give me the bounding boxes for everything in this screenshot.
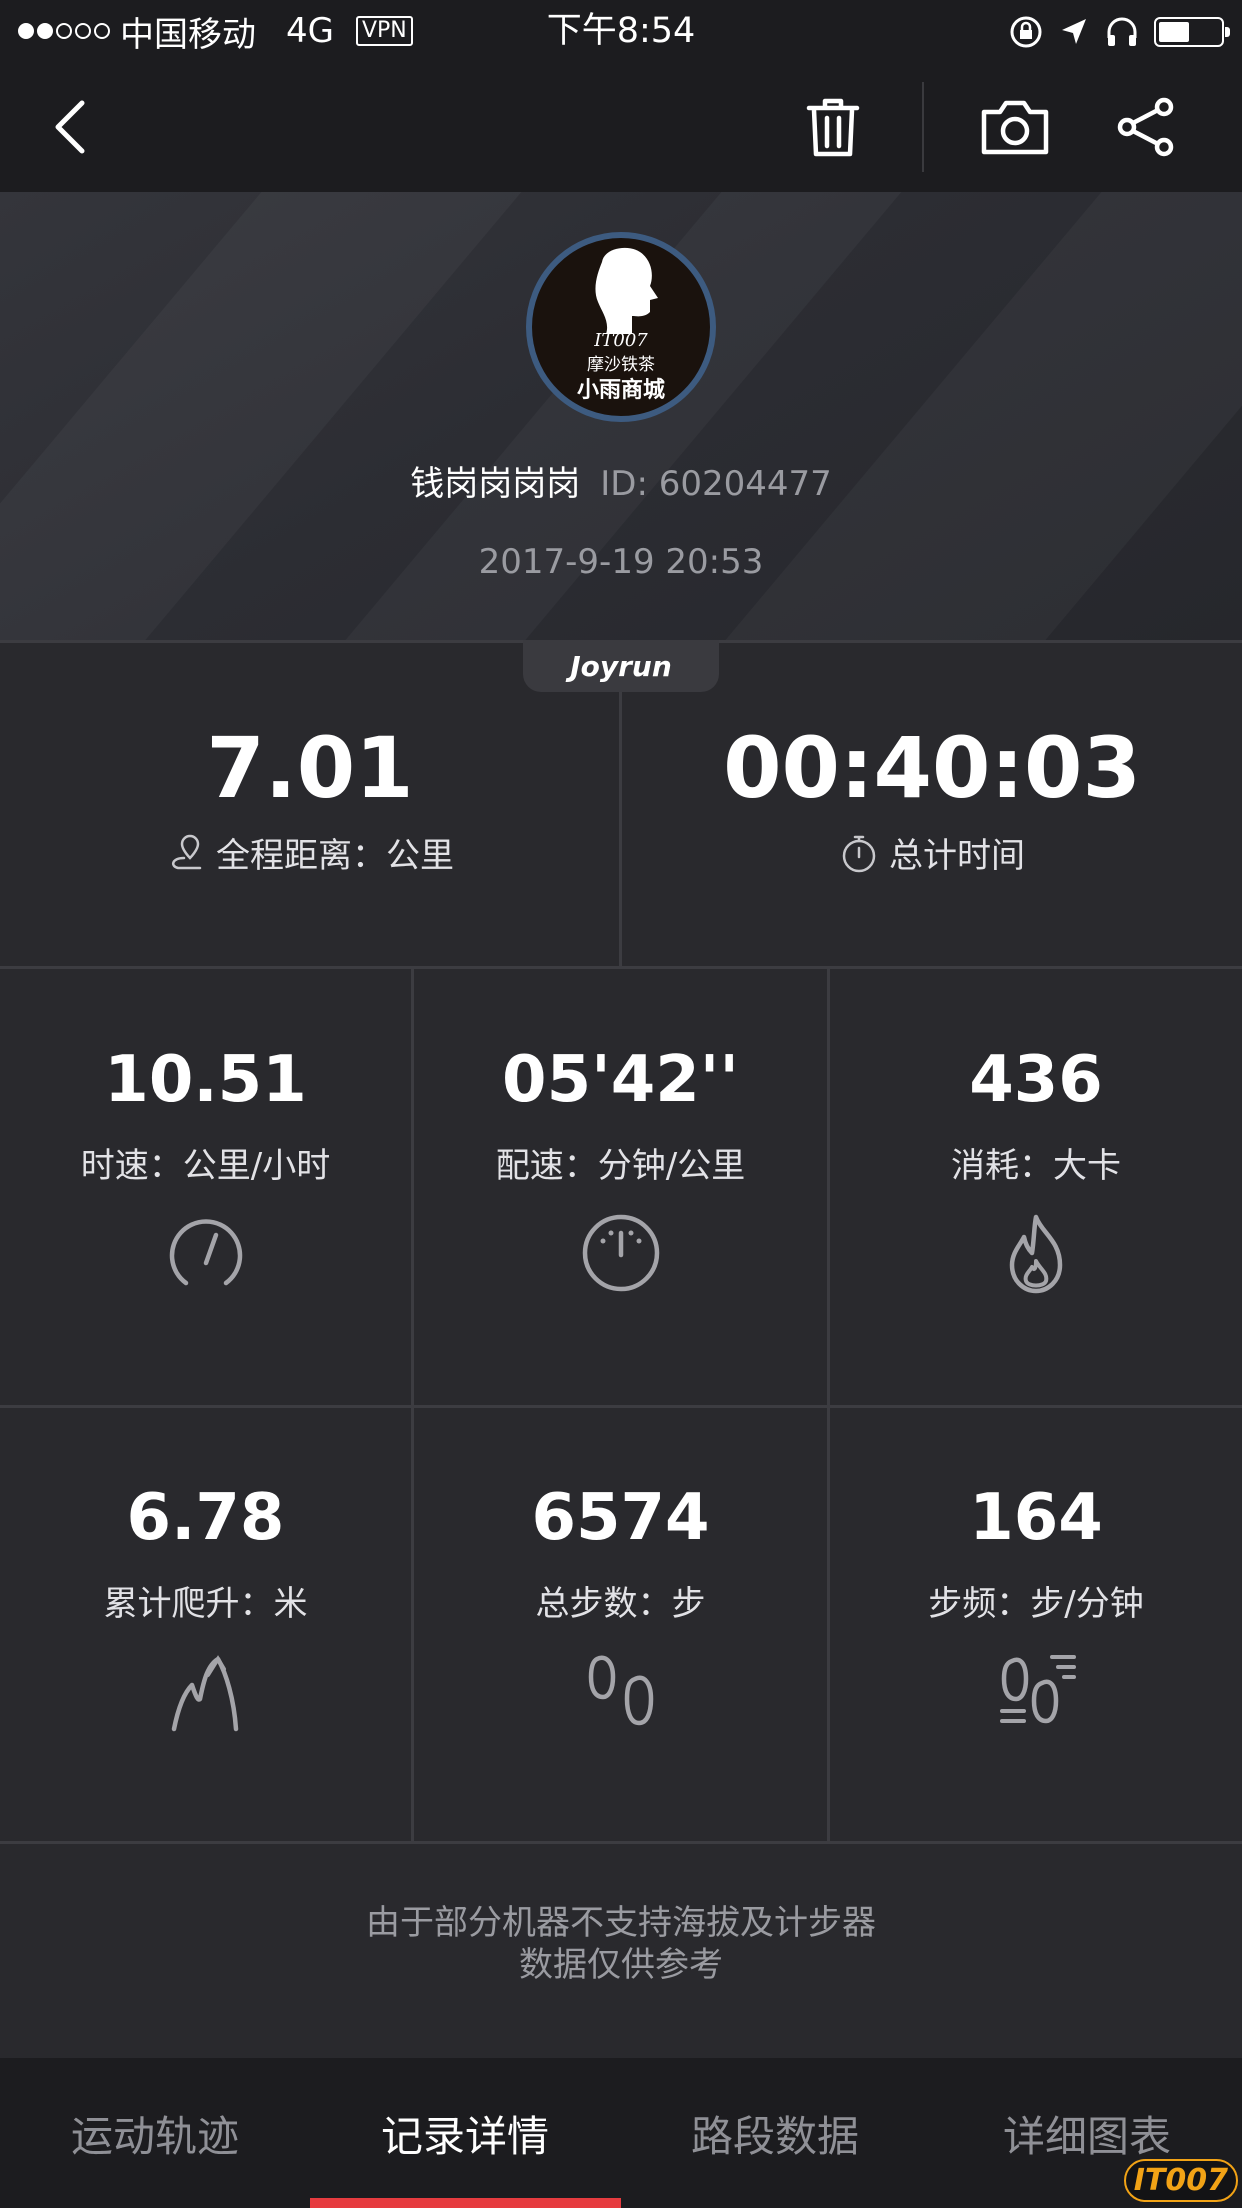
rotation-lock-icon (1010, 16, 1042, 48)
steps-cell: 6574 总步数：步 (414, 1478, 827, 1733)
avatar-text-line: 小雨商城 (576, 377, 665, 403)
pace-gauge-icon (582, 1214, 659, 1292)
steps-value: 6574 (531, 1481, 710, 1555)
nav-bar (0, 62, 1242, 192)
cadence-value: 164 (969, 1481, 1103, 1555)
disclaimer-line: 由于部分机器不支持海拔及计步器 (366, 1903, 876, 1943)
steps-label: 总步数：步 (535, 1584, 706, 1624)
divider (0, 966, 1242, 969)
avatar-text-line: IT007 (594, 330, 648, 351)
climb-cell: 6.78 累计爬升：米 (0, 1478, 411, 1733)
distance-cell: 7.01 全程距离：公里 (0, 718, 620, 877)
active-tab-indicator (310, 2198, 621, 2208)
cadence-cell: 164 步频：步/分钟 (830, 1478, 1242, 1733)
back-icon (55, 100, 85, 154)
stats-panel: Joyrun 7.01 全程距离：公里 00:40:03 总计时间 10.51 … (0, 640, 1242, 2058)
delete-button[interactable] (780, 62, 886, 192)
divider (0, 1841, 1242, 1844)
tab-record-details[interactable]: 记录详情 (310, 2058, 620, 2208)
share-icon (1117, 97, 1174, 157)
tab-segment-data[interactable]: 路段数据 (620, 2058, 930, 2208)
climb-icon (171, 1655, 238, 1732)
calories-value: 436 (969, 1043, 1103, 1117)
speed-cell: 10.51 时速：公里/小时 (0, 1040, 411, 1295)
pace-cell: 05'42'' 配速：分钟/公里 (414, 1040, 827, 1295)
run-date: 2017-9-19 20:53 (478, 542, 764, 582)
screenshot-button[interactable] (960, 62, 1070, 192)
calories-cell: 436 消耗：大卡 (830, 1040, 1242, 1295)
duration-value: 00:40:03 (723, 719, 1141, 817)
calories-label: 消耗：大卡 (951, 1146, 1121, 1186)
share-button[interactable] (1094, 62, 1198, 192)
speed-label: 时速：公里/小时 (80, 1146, 331, 1186)
cadence-label: 步频：步/分钟 (928, 1584, 1144, 1624)
distance-value: 7.01 (206, 719, 414, 817)
battery-icon (1154, 17, 1230, 47)
status-right (1008, 10, 1230, 54)
route-pin-icon (171, 834, 202, 869)
user-info: 钱岗岗岗岗 ID: 60204477 (0, 456, 1242, 505)
divider (0, 1405, 1242, 1408)
user-id: ID: 60204477 (600, 464, 832, 504)
location-arrow-icon (1062, 19, 1086, 44)
disclaimer-line: 数据仅供参考 (519, 1945, 723, 1985)
headphones-icon (1107, 17, 1137, 46)
stopwatch-icon (842, 835, 876, 872)
speedometer-icon (169, 1219, 242, 1286)
back-button[interactable] (20, 62, 120, 192)
flame-icon (1009, 1214, 1063, 1294)
duration-label: 总计时间 (889, 836, 1025, 876)
watermark-logo: IT007 (1123, 2159, 1238, 2202)
nav-divider (922, 82, 924, 172)
status-bar: 中国移动 4G VPN 下午8:54 (0, 0, 1242, 62)
tab-bar: 运动轨迹 记录详情 路段数据 详细图表 (0, 2058, 1242, 2208)
tab-track[interactable]: 运动轨迹 (0, 2058, 310, 2208)
camera-icon (981, 100, 1049, 155)
brand-tab: Joyrun (523, 640, 719, 692)
profile-header: IT007 摩沙铁茶 小雨商城 钱岗岗岗岗 ID: 60204477 2017-9… (0, 192, 1242, 640)
climb-value: 6.78 (126, 1481, 285, 1555)
duration-cell: 00:40:03 总计时间 (622, 718, 1242, 877)
data-disclaimer: 由于部分机器不支持海拔及计步器 数据仅供参考 (0, 1902, 1242, 1986)
footprints-icon (588, 1655, 653, 1726)
climb-label: 累计爬升：米 (103, 1584, 308, 1624)
user-name: 钱岗岗岗岗 (410, 464, 581, 504)
speed-value: 10.51 (104, 1043, 307, 1117)
pace-label: 配速：分钟/公里 (495, 1146, 746, 1186)
avatar[interactable]: IT007 摩沙铁茶 小雨商城 (526, 232, 716, 422)
distance-label: 全程距离：公里 (216, 836, 454, 876)
cadence-icon (1000, 1655, 1076, 1724)
pace-value: 05'42'' (502, 1043, 739, 1117)
trash-icon (806, 98, 860, 157)
